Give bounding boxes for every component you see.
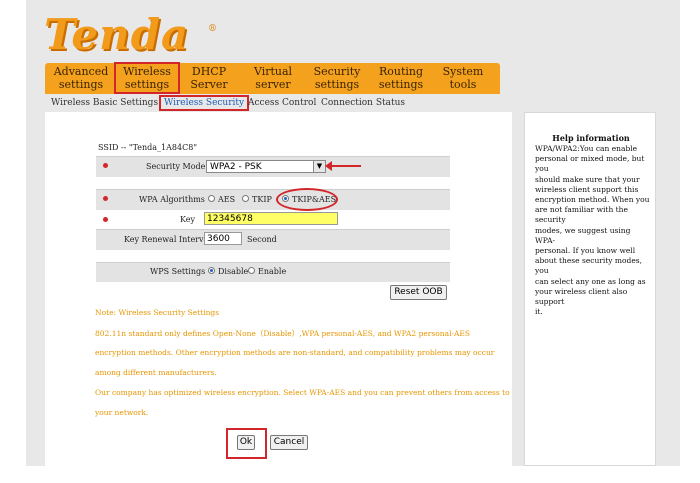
required-dot xyxy=(103,196,108,201)
note-line: Our company has optimized wireless encry… xyxy=(95,388,510,397)
ssid-text: SSID -- "Tenda_1A84C8" xyxy=(98,143,197,152)
nav-label: settings xyxy=(314,78,360,91)
required-dot xyxy=(103,217,108,222)
nav-system-tools[interactable]: System tools xyxy=(433,65,493,91)
wps-label: WPS Settings xyxy=(150,267,206,276)
note-line: encryption methods. Other encryption met… xyxy=(95,348,495,357)
note-line: among different manufacturers. xyxy=(95,368,217,377)
security-mode-select[interactable]: WPA2 - PSK ▼ xyxy=(206,160,326,173)
nav-label: server xyxy=(255,78,291,91)
nav-label: Advanced xyxy=(53,65,109,78)
note-title: Note: Wireless Security Settings xyxy=(95,308,220,317)
radio-tkip[interactable] xyxy=(242,195,249,202)
help-line: wireless client support this xyxy=(535,184,639,194)
radio-aes-label: AES xyxy=(218,195,236,204)
help-body: WPA/WPA2:You can enable personal or mixe… xyxy=(535,144,650,317)
chevron-down-icon: ▼ xyxy=(313,161,325,172)
help-title: Help information xyxy=(552,133,630,143)
nav-security-settings[interactable]: Security settings xyxy=(307,65,367,91)
tab-wireless-basic-settings[interactable]: Wireless Basic Settings xyxy=(51,98,158,108)
help-line: modes, we suggest using WPA- xyxy=(535,225,631,245)
sub-nav: Wireless Basic Settings Wireless Securit… xyxy=(45,95,500,112)
help-line: encryption method. When you xyxy=(535,195,650,205)
security-mode-label: Security Mode xyxy=(146,162,206,171)
help-line: WPA/WPA2:You can enable xyxy=(535,144,638,153)
nav-advanced-settings[interactable]: Advanced settings xyxy=(51,65,111,91)
note-line: your network. xyxy=(95,408,149,417)
tab-wireless-security[interactable]: Wireless Security xyxy=(158,95,250,111)
help-line: your wireless client also support xyxy=(535,286,628,307)
nav-label: tools xyxy=(449,78,477,91)
tab-access-control[interactable]: Access Control xyxy=(248,98,316,108)
radio-wps-enable[interactable] xyxy=(248,267,255,274)
nav-label: settings xyxy=(58,78,104,91)
nav-label: DHCP xyxy=(191,65,227,78)
nav-virtual-server[interactable]: Virtual server xyxy=(243,65,303,91)
annotation-ellipse xyxy=(276,188,338,211)
cancel-button[interactable]: Cancel xyxy=(270,435,308,450)
key-input[interactable]: 12345678 xyxy=(204,212,338,225)
reset-oob-button[interactable]: Reset OOB xyxy=(390,285,447,300)
note-line: 802.11n standard only defines Open-None（… xyxy=(95,329,471,338)
tab-connection-status[interactable]: Connection Status xyxy=(321,98,405,108)
nav-routing-settings[interactable]: Routing settings xyxy=(371,65,431,91)
annotation-arrow xyxy=(325,161,361,171)
help-line: about these security modes, you xyxy=(535,256,643,276)
renewal-label: Key Renewal Interval xyxy=(124,235,211,244)
radio-tkip-label: TKIP xyxy=(252,195,272,204)
help-line: it. xyxy=(535,307,543,317)
nav-label: Virtual xyxy=(253,65,293,78)
nav-label: Wireless xyxy=(123,65,171,78)
help-line: should make sure that your xyxy=(535,174,640,184)
main-nav: Advanced settings Wireless settings DHCP… xyxy=(45,62,500,94)
nav-label: System xyxy=(442,65,484,78)
radio-wps-enable-label: Enable xyxy=(258,267,287,276)
renewal-unit: Second xyxy=(247,235,277,244)
key-label: Key xyxy=(180,215,196,224)
wpa-algorithms-label: WPA Algorithms xyxy=(139,195,205,204)
nav-wireless-settings[interactable]: Wireless settings xyxy=(114,62,180,94)
help-panel: Help information WPA/WPA2:You can enable… xyxy=(524,112,656,466)
help-line: are not familiar with the security xyxy=(535,205,628,225)
nav-label: settings xyxy=(124,78,170,91)
radio-wps-disable-label: Disable xyxy=(218,267,249,276)
tenda-logo: Tenda xyxy=(44,10,190,59)
registered-mark: ® xyxy=(208,24,217,34)
radio-wps-disable[interactable] xyxy=(208,267,215,274)
required-dot xyxy=(103,163,108,168)
nav-label: Routing xyxy=(378,65,424,78)
nav-dhcp-server[interactable]: DHCP Server xyxy=(179,65,239,91)
security-mode-value: WPA2 - PSK xyxy=(210,162,262,172)
help-line: personal. If you know well xyxy=(535,246,636,256)
renewal-input[interactable]: 3600 xyxy=(204,232,242,245)
radio-aes[interactable] xyxy=(208,195,215,202)
nav-label: Server xyxy=(190,78,228,91)
help-line: can select any one as long as xyxy=(535,276,646,286)
help-line: personal or mixed mode, but you xyxy=(535,154,645,174)
nav-label: settings xyxy=(378,78,424,91)
nav-label: Security xyxy=(313,65,361,78)
ok-button[interactable]: Ok xyxy=(237,435,255,450)
